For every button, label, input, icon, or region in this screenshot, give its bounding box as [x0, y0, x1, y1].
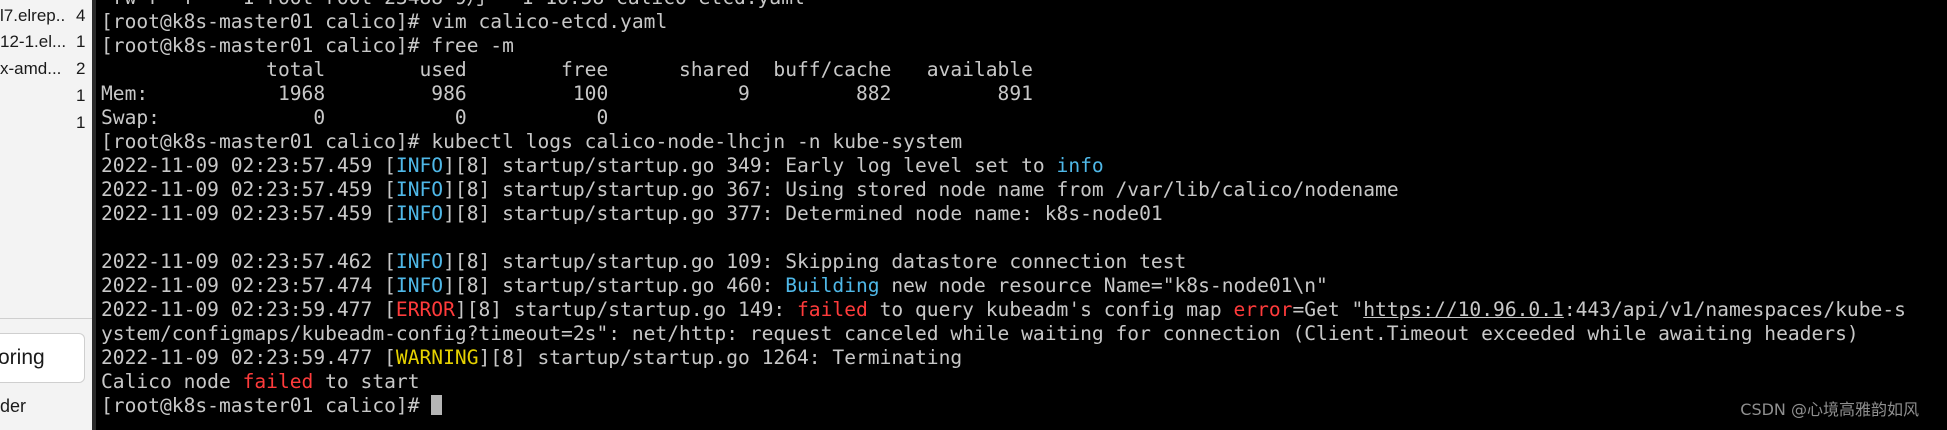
shell-prompt: [root@k8s-master01 calico]#: [101, 130, 432, 153]
log-keyword: info: [1056, 154, 1104, 177]
log-message: startup/startup.go 109: Skipping datasto…: [490, 250, 1187, 273]
log-line: 2022-11-09 02:23:59.477 [WARNING][8] sta…: [101, 346, 963, 369]
log-line: 2022-11-09 02:23:57.459 [INFO][8] startu…: [101, 154, 1104, 177]
log-pid: [8]: [466, 298, 503, 321]
watermark: CSDN @心境高雅韵如风: [1740, 400, 1919, 419]
output-keyword-failed: failed: [242, 370, 314, 393]
log-pid: [8]: [454, 178, 491, 201]
log-pid: [8]: [454, 154, 491, 177]
log-timestamp: 2022-11-09 02:23:59.477: [101, 346, 373, 369]
command-text: free -m: [431, 34, 514, 57]
log-timestamp: 2022-11-09 02:23:57.462: [101, 250, 373, 273]
log-message: to query kubeadm's config map: [867, 298, 1234, 321]
log-level: WARNING: [395, 346, 479, 369]
output-text: Calico node: [101, 370, 243, 393]
free-header: total used free shared buff/cache availa…: [101, 58, 1033, 81]
terminal-output: -rw-r--r-- 1 root root 23488 9月 1 16:58 …: [101, 0, 1906, 418]
log-line: 2022-11-09 02:23:57.459 [INFO][8] startu…: [101, 202, 1163, 225]
log-timestamp: 2022-11-09 02:23:57.459: [101, 202, 373, 225]
log-level: INFO: [395, 250, 444, 273]
file-row[interactable]: 1: [0, 107, 92, 139]
log-pid: [8]: [454, 250, 491, 273]
monitoring-tab[interactable]: oring: [0, 333, 85, 383]
log-line: 2022-11-09 02:23:57.462 [INFO][8] startu…: [101, 250, 1187, 273]
terminal-line: [root@k8s-master01 calico]# kubectl logs…: [101, 130, 1906, 154]
shell-prompt: [root@k8s-master01 calico]#: [101, 10, 432, 33]
log-message: :443/api/v1/namespaces/kube-s: [1563, 298, 1906, 321]
log-message: startup/startup.go 349: Early log level …: [490, 154, 1057, 177]
log-level: INFO: [395, 178, 444, 201]
log-level: ERROR: [395, 298, 455, 321]
log-pid: [8]: [454, 274, 491, 297]
log-message: startup/startup.go 377: Determined node …: [490, 202, 1163, 225]
text-cursor: [431, 395, 443, 415]
log-level: INFO: [395, 202, 444, 225]
output-text: to start: [313, 370, 420, 393]
log-pid: [8]: [490, 346, 526, 369]
log-line: 2022-11-09 02:23:57.459 [INFO][8] startu…: [101, 178, 1399, 201]
file-browser-panel: l7.elrep... 4 12-1.el... 1 x-amd... 2 1 …: [0, 0, 93, 430]
free-mem-row: Mem: 1968 986 100 9 882 891: [101, 82, 1033, 105]
log-message: =Get ": [1292, 298, 1364, 321]
command-text: vim calico-etcd.yaml: [431, 10, 668, 33]
terminal-line: [root@k8s-master01 calico]# free -m: [101, 34, 1906, 58]
panel-divider: [0, 318, 92, 319]
log-timestamp: 2022-11-09 02:23:57.474: [101, 274, 373, 297]
folder-label[interactable]: der: [0, 392, 26, 420]
screen: l7.elrep... 4 12-1.el... 1 x-amd... 2 1 …: [0, 0, 1947, 430]
log-level: INFO: [395, 274, 444, 297]
log-line: 2022-11-09 02:23:59.477 [ERROR][8] start…: [101, 298, 1906, 321]
terminal-line: [root@k8s-master01 calico]# vim calico-e…: [101, 10, 1906, 34]
log-level: INFO: [395, 154, 444, 177]
log-message: startup/startup.go 149:: [502, 298, 798, 321]
shell-prompt: [root@k8s-master01 calico]#: [101, 394, 432, 417]
log-line: 2022-11-09 02:23:57.474 [INFO][8] startu…: [101, 274, 1328, 297]
log-keyword-failed: failed: [797, 298, 868, 321]
log-keyword: Building: [785, 274, 880, 297]
log-timestamp: 2022-11-09 02:23:57.459: [101, 154, 373, 177]
log-message: startup/startup.go 1264: Terminating: [525, 346, 963, 369]
terminal-line: -rw-r--r-- 1 root root 23488 9月 1 16:58 …: [101, 0, 1906, 10]
terminal-window[interactable]: -rw-r--r-- 1 root root 23488 9月 1 16:58 …: [96, 0, 1947, 430]
log-message: new node resource Name="k8s-node01\n": [879, 274, 1328, 297]
log-timestamp: 2022-11-09 02:23:57.459: [101, 178, 373, 201]
log-timestamp: 2022-11-09 02:23:59.477: [101, 298, 373, 321]
log-url-link[interactable]: https://10.96.0.1: [1363, 298, 1564, 321]
log-message: startup/startup.go 460:: [490, 274, 786, 297]
log-message: startup/startup.go 367: Using stored nod…: [490, 178, 1399, 201]
terminal-line: Calico node failed to start: [101, 370, 1906, 394]
shell-prompt: [root@k8s-master01 calico]#: [101, 34, 432, 57]
log-keyword-error: error: [1233, 298, 1293, 321]
log-pid: [8]: [454, 202, 491, 225]
file-count: 1: [76, 113, 86, 132]
ls-output: -rw-r--r-- 1 root root 23488 9月 1 16:58 …: [101, 0, 805, 9]
log-line-wrap: ystem/configmaps/kubeadm-config?timeout=…: [101, 322, 1859, 345]
free-swap-row: Swap: 0 0 0: [101, 106, 609, 129]
command-text: kubectl logs calico-node-lhcjn -n kube-s…: [431, 130, 963, 153]
terminal-line: [root@k8s-master01 calico]#: [101, 394, 1906, 418]
